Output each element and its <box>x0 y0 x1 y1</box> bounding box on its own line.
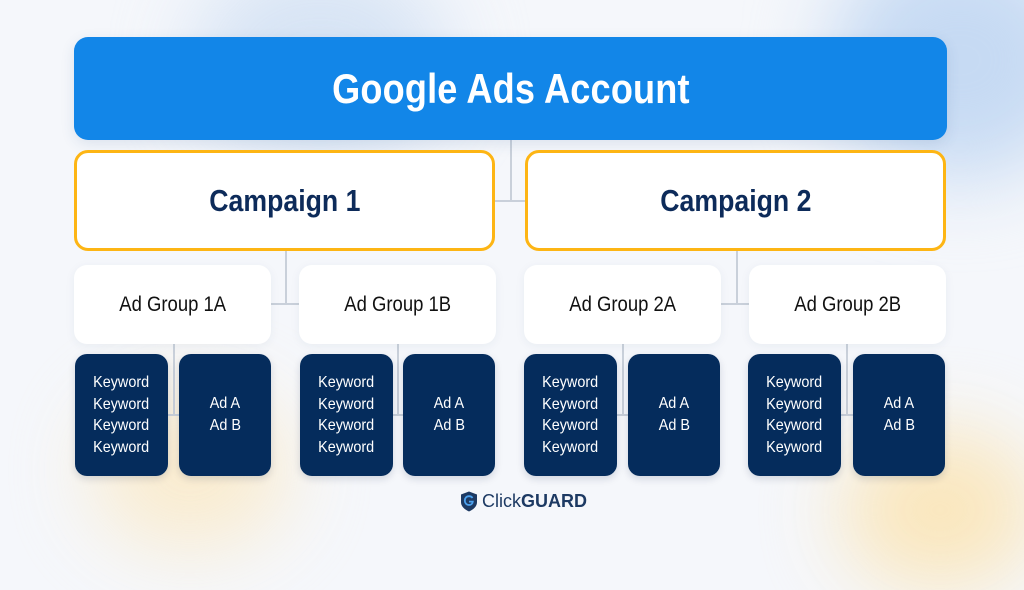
keyword-item: Keyword <box>93 438 150 456</box>
ads-box-2b: Ad A Ad B <box>853 354 945 476</box>
keyword-item: Keyword <box>318 438 375 456</box>
connector-2a-vertical <box>622 344 624 416</box>
keyword-item: Keyword <box>766 438 823 456</box>
ad-group-1b-node: Ad Group 1B <box>299 265 496 344</box>
clickguard-logo: ClickGUARD <box>460 491 587 512</box>
keyword-item: Keyword <box>542 417 599 434</box>
account-label: Google Ads Account <box>331 64 690 112</box>
keyword-item: Keyword <box>766 417 823 434</box>
campaign-label: Campaign 1 <box>208 182 361 218</box>
ad-group-label: Ad Group 2A <box>569 292 676 316</box>
keyword-item: Keyword <box>542 438 599 456</box>
ad-item: Ad B <box>433 417 465 434</box>
ads-box-1a: Ad A Ad B <box>179 354 271 476</box>
keyword-item: Keyword <box>766 374 823 391</box>
keyword-item: Keyword <box>318 374 375 391</box>
logo-text-bold: GUARD <box>521 491 587 511</box>
campaign-label: Campaign 2 <box>659 182 812 218</box>
shield-g-icon <box>461 491 477 512</box>
logo-text: ClickGUARD <box>482 491 587 512</box>
connector-1a-vertical <box>173 344 175 416</box>
keywords-box-1a: Keyword Keyword Keyword Keyword <box>75 354 168 476</box>
connector-2b-vertical <box>846 344 848 416</box>
connector-campaigns-horizontal <box>495 200 527 202</box>
keyword-item: Keyword <box>542 374 599 391</box>
keywords-box-2b: Keyword Keyword Keyword Keyword <box>748 354 841 476</box>
logo-text-light: Click <box>482 491 521 511</box>
ad-group-1a-node: Ad Group 1A <box>74 265 271 344</box>
connector-campaign2-vertical <box>736 251 738 305</box>
ad-item: Ad B <box>883 417 915 434</box>
keyword-item: Keyword <box>93 417 150 434</box>
ad-item: Ad A <box>209 395 241 412</box>
keyword-item: Keyword <box>766 395 823 413</box>
google-ads-account-node: Google Ads Account <box>74 37 947 140</box>
keyword-item: Keyword <box>318 395 375 413</box>
keyword-item: Keyword <box>542 395 599 413</box>
connector-campaign1-vertical <box>285 251 287 305</box>
keyword-item: Keyword <box>93 395 150 413</box>
ad-item: Ad A <box>658 395 690 412</box>
ad-group-label: Ad Group 2B <box>794 292 901 316</box>
campaign-1-node: Campaign 1 <box>74 150 495 251</box>
ad-group-label: Ad Group 1A <box>119 292 226 316</box>
ad-item: Ad B <box>658 417 690 434</box>
ads-box-1b: Ad A Ad B <box>403 354 495 476</box>
connector-adgroups-2-horizontal <box>720 303 750 305</box>
ad-group-2a-node: Ad Group 2A <box>524 265 721 344</box>
ad-item: Ad A <box>883 395 915 412</box>
connector-1b-vertical <box>397 344 399 416</box>
campaign-2-node: Campaign 2 <box>525 150 946 251</box>
connector-account-vertical <box>510 140 512 202</box>
ad-group-label: Ad Group 1B <box>344 292 451 316</box>
connector-2b-horizontal <box>840 414 854 416</box>
keywords-box-1b: Keyword Keyword Keyword Keyword <box>300 354 393 476</box>
ad-item: Ad B <box>209 417 241 434</box>
ad-group-2b-node: Ad Group 2B <box>749 265 946 344</box>
keywords-box-2a: Keyword Keyword Keyword Keyword <box>524 354 617 476</box>
keyword-item: Keyword <box>93 374 150 391</box>
ad-item: Ad A <box>433 395 465 412</box>
ads-box-2a: Ad A Ad B <box>628 354 720 476</box>
connector-adgroups-1-horizontal <box>271 303 299 305</box>
keyword-item: Keyword <box>318 417 375 434</box>
